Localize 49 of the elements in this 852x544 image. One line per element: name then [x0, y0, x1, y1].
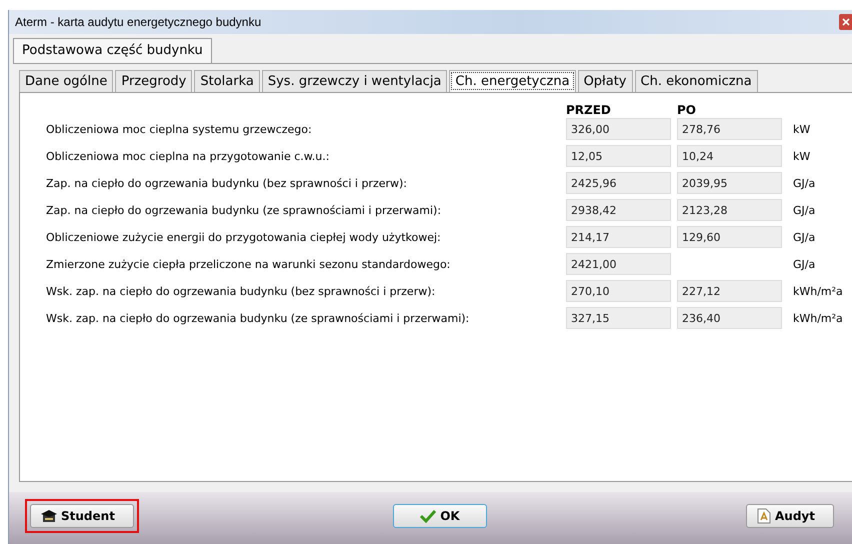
unit-label: kWh/m²a — [792, 284, 844, 298]
value-field[interactable]: 278,76 — [677, 118, 782, 140]
value-field[interactable]: 2425,96 — [566, 172, 671, 194]
audit-button[interactable]: Audyt — [746, 504, 834, 528]
tab[interactable]: Ch. energetyczna — [449, 70, 576, 92]
section-tab[interactable]: Podstawowa część budynku — [13, 38, 212, 63]
unit-label: GJ/a — [792, 176, 816, 190]
tab[interactable]: Stolarka — [194, 70, 260, 92]
ok-button[interactable]: OK — [393, 504, 487, 528]
unit-label: GJ/a — [792, 204, 816, 216]
tab[interactable]: Sys. grzewczy i wentylacja — [262, 70, 448, 92]
checkmark-icon — [420, 509, 436, 523]
tab[interactable]: Dane ogólne — [19, 70, 114, 92]
value-field[interactable]: 327,15 — [566, 307, 671, 329]
value-field[interactable]: 326,00 — [566, 118, 671, 140]
field-label: Wsk. zap. na ciepło do ogrzewania budynku (bez sprawności i przerw): — [46, 284, 436, 298]
tab[interactable]: Ch. ekonomiczna — [634, 70, 758, 92]
unit-label: kW — [792, 150, 812, 162]
tab[interactable]: Przegrody — [115, 70, 192, 92]
document-icon — [757, 508, 771, 524]
value-field[interactable]: 2421,00 — [566, 253, 671, 275]
unit-label: kW — [792, 122, 812, 136]
field-label: Obliczeniowa moc cieplna systemu grzewczego: — [46, 122, 313, 136]
value-field[interactable]: 214,17 — [566, 226, 671, 248]
tab[interactable]: Opłaty — [578, 70, 632, 92]
graduation-cap-icon — [41, 509, 57, 523]
field-label: Wsk. zap. na ciepło do ogrzewania budynku (ze sprawnościami i przerwami): — [46, 312, 470, 324]
field-label: Zap. na ciepło do ogrzewania budynku (bez sprawności i przerw): — [46, 176, 408, 190]
value-field[interactable]: 227,12 — [677, 280, 782, 302]
unit-label: kWh/m²a — [792, 312, 844, 324]
window-title: Aterm - karta audytu energetycznego budynku — [15, 15, 262, 29]
field-label: Obliczeniowa moc cieplna na przygotowanie c.w.u.: — [46, 150, 330, 162]
value-field[interactable]: 2039,95 — [677, 172, 782, 194]
unit-label: GJ/a — [792, 258, 816, 270]
value-field[interactable]: 2938,42 — [566, 199, 671, 221]
value-field[interactable]: 2123,28 — [677, 199, 782, 221]
column-header: PO — [677, 103, 697, 117]
student-button[interactable]: Student — [30, 504, 134, 528]
value-field[interactable]: 236,40 — [677, 307, 782, 329]
value-field[interactable]: 10,24 — [677, 145, 782, 167]
close-icon[interactable] — [839, 14, 852, 30]
value-field[interactable]: 129,60 — [677, 226, 782, 248]
value-field[interactable]: 12,05 — [566, 145, 671, 167]
field-label: Obliczeniowe zużycie energii do przygotowania ciepłej wody użytkowej: — [46, 230, 442, 244]
field-label: Zmierzone zużycie ciepła przeliczone na warunki sezonu standardowego: — [46, 258, 452, 270]
column-header: PRZED — [566, 103, 612, 117]
value-field[interactable]: 270,10 — [566, 280, 671, 302]
unit-label: GJ/a — [792, 230, 816, 244]
field-label: Zap. na ciepło do ogrzewania budynku (ze sprawnościami i przerwami): — [46, 204, 442, 216]
